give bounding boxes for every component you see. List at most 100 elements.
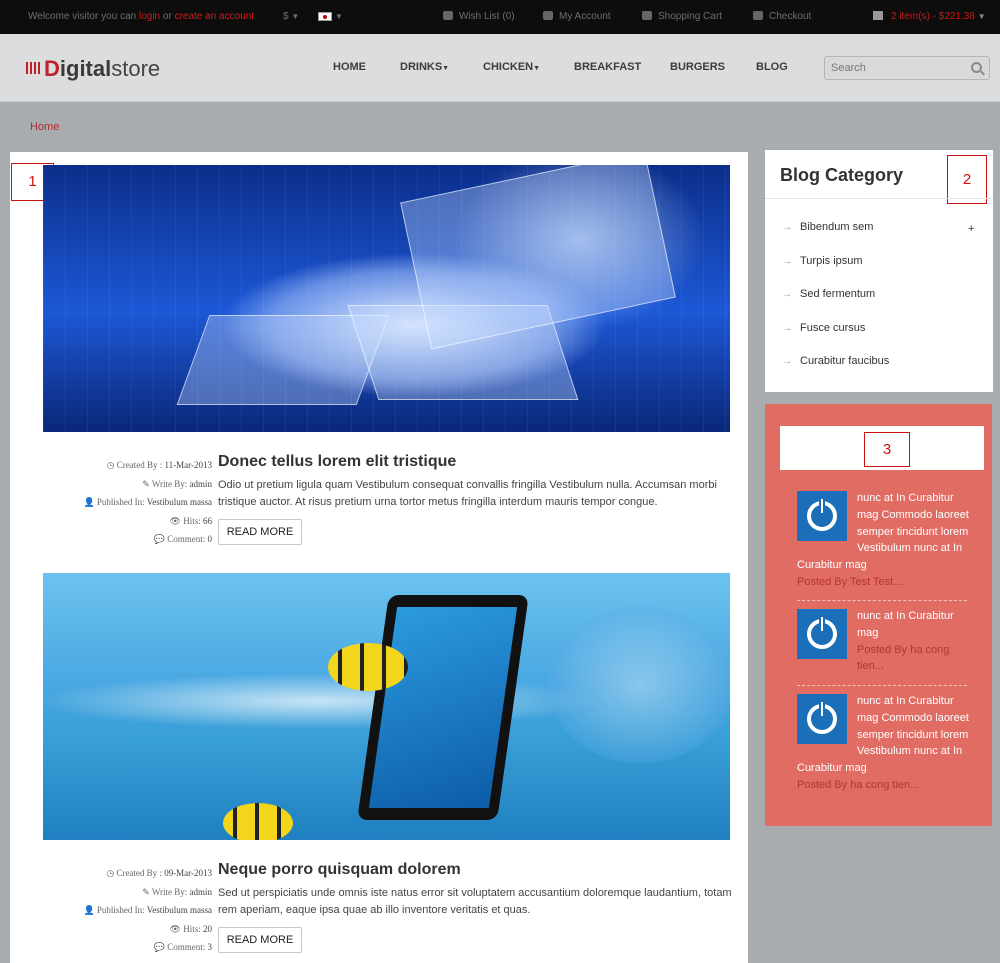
published-in: 👤 Published In: Vestibulum massa [83,905,212,915]
post-category-link[interactable]: Vestibulum massa [147,497,212,507]
arrow-right-icon: → [782,256,792,267]
document-icon [753,11,763,20]
divider [797,685,967,686]
floating-page-shape [400,165,676,350]
post-comments: 💬 Comment: 3 [153,942,213,952]
divider [765,198,993,199]
post-comments: 💬 Comment: 0 [153,534,213,544]
logo-mark-icon [26,62,42,74]
power-icon [797,694,847,744]
category-item[interactable]: → Curabitur faucibus [782,355,889,367]
chevron-down-icon[interactable]: ▼ [335,12,343,21]
category-item[interactable]: → Bibendum sem [782,221,873,233]
shopping-cart-label: Shopping Cart [658,11,722,22]
blog-category-panel: Blog Category 2 → Bibendum sem + → Turpis … [765,150,993,392]
power-icon [797,491,847,541]
nav-chicken[interactable]: CHICKEN▼ [483,61,540,73]
meta-label: Hits: [183,515,203,526]
post-author: admin [189,478,213,489]
post-image[interactable] [43,165,730,432]
cart-summary-text: 2 item(s) - $221.38 [891,11,975,22]
hits-count: 66 [203,515,212,526]
my-account-link[interactable]: My Account [543,11,611,22]
meta-label: Hits: [183,923,203,934]
chevron-down-icon: ▼ [533,65,541,72]
site-logo[interactable]: Digitalstore [26,56,160,82]
meta-label: Published In: [96,905,147,915]
post-excerpt: Odio ut pretium ligula quam Vestibulum c… [218,479,717,508]
post-author: admin [189,886,213,897]
search-input[interactable] [831,60,961,76]
post-date: 09-Mar-2013 [164,868,212,878]
wishlist-link[interactable]: Wish List (0) [443,11,515,22]
blog-category-title: Blog Category [780,165,904,185]
category-label: Bibendum sem [800,221,874,233]
meta-label: Comment: [167,942,208,952]
search-icon[interactable] [971,62,982,73]
read-more-button[interactable]: READ MORE [218,927,302,953]
nav-breakfast[interactable]: BREAKFAST [574,61,641,73]
language-flag-icon[interactable] [318,12,332,21]
power-stem-shape [819,700,825,718]
category-label: Turpis ipsum [800,255,863,267]
checkout-link[interactable]: Checkout [753,11,811,22]
category-item[interactable]: → Turpis ipsum [782,255,863,267]
welcome-text: Welcome visitor you can [28,11,139,22]
callout-label-3: 3 [864,432,910,467]
chevron-down-icon: ▼ [977,12,986,21]
meta-label: Created By : [116,868,165,878]
breadcrumb-home[interactable]: Home [30,121,59,133]
logo-initial: D [44,56,60,81]
latest-post-item[interactable]: nunc at In Curabitur mag Posted By ha co… [797,608,969,675]
nav-drinks[interactable]: DRINKS▼ [400,61,449,73]
category-item[interactable]: → Fusce cursus [782,322,865,334]
or-text: or [160,11,175,22]
arrow-right-icon: → [782,323,792,334]
post-meta: ◷ Created By : 11-Mar-2013 ✎ Write By: a… [60,456,212,549]
comment-count: 0 [207,534,213,544]
post-title[interactable]: Neque porro quisquam dolorem [218,861,461,879]
fish-shape [328,643,408,691]
post-title[interactable]: Donec tellus lorem elit tristique [218,453,456,471]
post-meta: ◷ Created By : 09-Mar-2013 ✎ Write By: a… [60,864,212,957]
nav-home[interactable]: HOME [333,61,366,73]
tablet-shape [357,595,529,820]
post-date: 11-Mar-2013 [164,460,212,470]
category-label: Sed fermentum [800,288,876,300]
latest-post-item[interactable]: nunc at In Curabitur mag Commodo laoreet… [797,490,969,591]
chevron-down-icon: ▼ [442,65,450,72]
latest-posts-header: 3 [780,426,984,470]
nav-burgers[interactable]: BURGERS [670,61,725,73]
create-account-link[interactable]: create an account [175,11,255,22]
logo-bold-text: igital [59,56,112,81]
cart-icon [642,11,652,20]
nav-chicken-label: CHICKEN [483,61,534,73]
tablet-screen-shape [368,607,518,808]
my-account-label: My Account [559,11,611,22]
callout-label-2: 2 [947,155,987,204]
comment-count: 3 [207,942,213,952]
latest-post-item[interactable]: nunc at In Curabitur mag Commodo laoreet… [797,693,969,794]
currency-symbol: $ [283,11,289,22]
post-excerpt: Sed ut perspiciatis unde omnis iste natu… [218,887,732,916]
nav-blog[interactable]: BLOG [756,61,788,73]
power-icon [797,609,847,659]
written-by: ✎ Write By: admin [142,886,213,897]
post-category-link[interactable]: Vestibulum massa [147,905,212,915]
fish-shape [223,803,293,840]
top-bar: Welcome visitor you can login or create … [0,0,1000,34]
meta-label: Write By: [151,478,190,489]
expand-plus-icon[interactable]: + [968,223,974,235]
category-item[interactable]: → Sed fermentum [782,288,875,300]
wishlist-label: Wish List (0) [459,11,515,22]
login-link[interactable]: login [139,11,160,22]
checkout-label: Checkout [769,11,812,22]
post-image[interactable] [43,573,730,840]
currency-selector[interactable]: $ ▼ [283,11,299,22]
nav-drinks-label: DRINKS [400,61,443,73]
cart-summary-button[interactable]: 2 item(s) - $221.38 ▼ [873,11,986,22]
created-by: ◷ Created By : 09-Mar-2013 [106,868,212,878]
power-stem-shape [819,497,825,515]
read-more-button[interactable]: READ MORE [218,519,302,545]
shopping-cart-link[interactable]: Shopping Cart [642,11,722,22]
